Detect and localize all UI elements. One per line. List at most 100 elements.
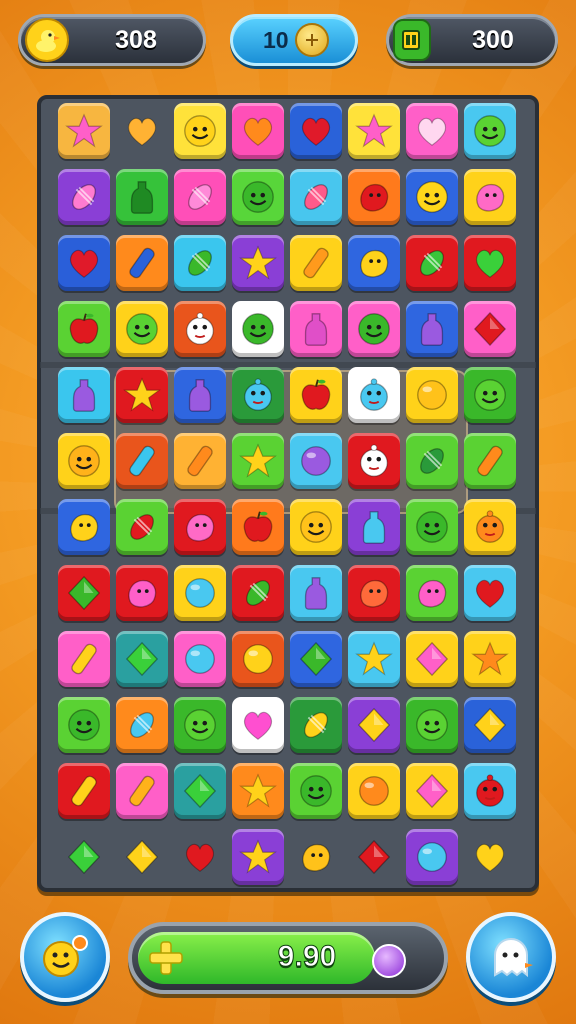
tile-r2-c6[interactable]	[348, 169, 400, 225]
tile-r10-c5[interactable]	[290, 697, 342, 753]
tile-r11-c3[interactable]	[174, 763, 226, 819]
tile-r11-c1[interactable]	[58, 763, 110, 819]
tile-r4-c4[interactable]	[232, 301, 284, 357]
tile-r1-c5[interactable]	[290, 103, 342, 159]
tile-r5-c3[interactable]	[174, 367, 226, 423]
tile-r1-c2[interactable]	[116, 103, 168, 159]
tile-r5-c6[interactable]	[348, 367, 400, 423]
tile-r5-c8[interactable]	[464, 367, 516, 423]
tile-r9-c8[interactable]	[464, 631, 516, 687]
tile-r11-c5[interactable]	[290, 763, 342, 819]
tile-r5-c7[interactable]	[406, 367, 458, 423]
tile-r1-c8[interactable]	[464, 103, 516, 159]
tile-r8-c7[interactable]	[406, 565, 458, 621]
tile-r11-c7[interactable]	[406, 763, 458, 819]
tile-r5-c2[interactable]	[116, 367, 168, 423]
tile-r6-c7[interactable]	[406, 433, 458, 489]
tile-r9-c4[interactable]	[232, 631, 284, 687]
tile-r1-c1[interactable]	[58, 103, 110, 159]
tile-r7-c4[interactable]	[232, 499, 284, 555]
tile-r9-c1[interactable]	[58, 631, 110, 687]
tile-r5-c5[interactable]	[290, 367, 342, 423]
tile-r2-c5[interactable]	[290, 169, 342, 225]
tile-r8-c8[interactable]	[464, 565, 516, 621]
tile-r4-c8[interactable]	[464, 301, 516, 357]
tile-r6-c3[interactable]	[174, 433, 226, 489]
booster-button[interactable]	[20, 912, 110, 1002]
tile-r9-c3[interactable]	[174, 631, 226, 687]
tile-r1-c7[interactable]	[406, 103, 458, 159]
tile-r7-c8[interactable]	[464, 499, 516, 555]
tile-r7-c7[interactable]	[406, 499, 458, 555]
tile-r2-c7[interactable]	[406, 169, 458, 225]
tile-r9-c5[interactable]	[290, 631, 342, 687]
tile-r5-c1[interactable]	[58, 367, 110, 423]
tile-r2-c8[interactable]	[464, 169, 516, 225]
tile-r7-c5[interactable]	[290, 499, 342, 555]
tile-r11-c6[interactable]	[348, 763, 400, 819]
tile-r4-c1[interactable]	[58, 301, 110, 357]
tile-r8-c2[interactable]	[116, 565, 168, 621]
tile-r3-c4[interactable]	[232, 235, 284, 291]
tile-r4-c5[interactable]	[290, 301, 342, 357]
tile-r6-c8[interactable]	[464, 433, 516, 489]
tile-r8-c1[interactable]	[58, 565, 110, 621]
tile-r6-c2[interactable]	[116, 433, 168, 489]
tile-r12-c3[interactable]	[174, 829, 226, 885]
tile-r2-c1[interactable]	[58, 169, 110, 225]
tile-r10-c1[interactable]	[58, 697, 110, 753]
tile-r6-c4[interactable]	[232, 433, 284, 489]
tile-r10-c3[interactable]	[174, 697, 226, 753]
tile-r4-c2[interactable]	[116, 301, 168, 357]
tile-r12-c4[interactable]	[232, 829, 284, 885]
tile-r2-c4[interactable]	[232, 169, 284, 225]
tile-r5-c4[interactable]	[232, 367, 284, 423]
tile-r6-c5[interactable]	[290, 433, 342, 489]
helper-button[interactable]	[466, 912, 556, 1002]
tile-r10-c4[interactable]	[232, 697, 284, 753]
tile-r7-c6[interactable]	[348, 499, 400, 555]
tile-r12-c6[interactable]	[348, 829, 400, 885]
tile-r7-c2[interactable]	[116, 499, 168, 555]
tile-r3-c1[interactable]	[58, 235, 110, 291]
tile-r11-c2[interactable]	[116, 763, 168, 819]
plus-icon[interactable]	[146, 938, 186, 978]
tile-r10-c8[interactable]	[464, 697, 516, 753]
tile-r12-c1[interactable]	[58, 829, 110, 885]
tile-r3-c2[interactable]	[116, 235, 168, 291]
tile-r10-c6[interactable]	[348, 697, 400, 753]
tile-r12-c8[interactable]	[464, 829, 516, 885]
tile-r4-c3[interactable]	[174, 301, 226, 357]
tile-r4-c6[interactable]	[348, 301, 400, 357]
tile-r7-c3[interactable]	[174, 499, 226, 555]
tile-r7-c1[interactable]	[58, 499, 110, 555]
tile-r8-c6[interactable]	[348, 565, 400, 621]
tile-r10-c7[interactable]	[406, 697, 458, 753]
tile-r1-c4[interactable]	[232, 103, 284, 159]
tile-r11-c4[interactable]	[232, 763, 284, 819]
tile-r9-c7[interactable]	[406, 631, 458, 687]
tile-r12-c5[interactable]	[290, 829, 342, 885]
tile-r8-c4[interactable]	[232, 565, 284, 621]
tile-r6-c6[interactable]	[348, 433, 400, 489]
tile-r1-c6[interactable]	[348, 103, 400, 159]
tile-r8-c3[interactable]	[174, 565, 226, 621]
tile-r2-c2[interactable]	[116, 169, 168, 225]
tile-r9-c6[interactable]	[348, 631, 400, 687]
tile-r8-c5[interactable]	[290, 565, 342, 621]
tile-r3-c8[interactable]	[464, 235, 516, 291]
tile-r11-c8[interactable]	[464, 763, 516, 819]
tile-r3-c7[interactable]	[406, 235, 458, 291]
tile-r6-c1[interactable]	[58, 433, 110, 489]
tile-r12-c2[interactable]	[116, 829, 168, 885]
moves-counter: 10	[230, 14, 358, 66]
tile-r1-c3[interactable]	[174, 103, 226, 159]
tile-r9-c2[interactable]	[116, 631, 168, 687]
tile-r2-c3[interactable]	[174, 169, 226, 225]
tile-r3-c6[interactable]	[348, 235, 400, 291]
tile-r4-c7[interactable]	[406, 301, 458, 357]
tile-r3-c5[interactable]	[290, 235, 342, 291]
tile-r3-c3[interactable]	[174, 235, 226, 291]
tile-r10-c2[interactable]	[116, 697, 168, 753]
tile-r12-c7[interactable]	[406, 829, 458, 885]
